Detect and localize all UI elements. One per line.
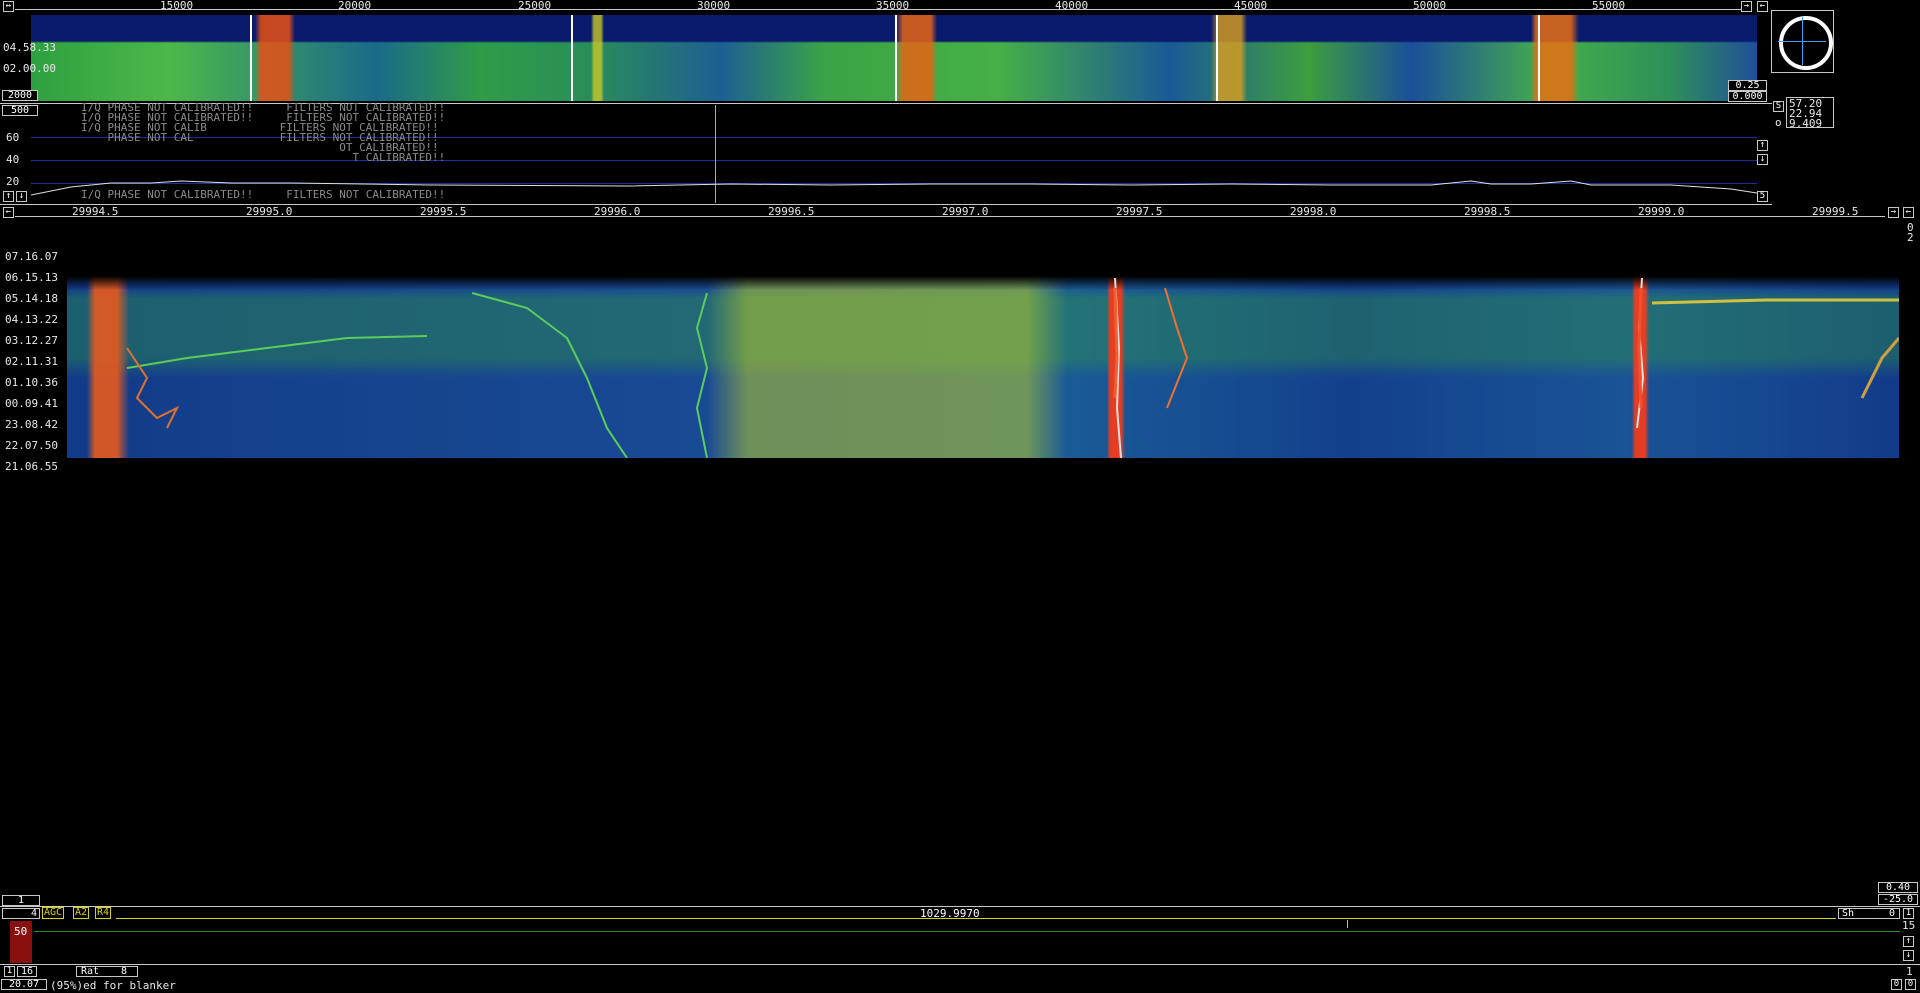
- agc-button[interactable]: AGC: [42, 907, 65, 919]
- top-axis-label: 25000: [518, 0, 552, 12]
- main-axis-label: 29994.5: [72, 205, 119, 218]
- waterfall-time: 01.10.36: [5, 376, 58, 389]
- bottom-right-number[interactable]: 1: [1903, 908, 1914, 919]
- spectrum-y-label: 40: [6, 153, 20, 166]
- bottom-right-value: 15: [1902, 919, 1916, 932]
- a2-button[interactable]: A2: [73, 907, 90, 919]
- phase-scope: [1771, 10, 1834, 73]
- main-axis-label: 29997.5: [1116, 205, 1163, 218]
- status-message: (95%)ed for blanker: [50, 979, 176, 992]
- waterfall-traces: [126, 277, 1899, 458]
- top-waterfall-time: 02.00.00: [3, 62, 56, 75]
- top-marker-line: [250, 15, 252, 101]
- top-axis-label: 50000: [1413, 0, 1447, 12]
- main-waterfall-left-value[interactable]: 1: [2, 895, 40, 906]
- spectrum-y-label: 20: [6, 175, 20, 188]
- main-waterfall[interactable]: [67, 228, 1899, 458]
- main-axis-label: 29998.5: [1464, 205, 1511, 218]
- waterfall-time: 07.16.07: [5, 250, 58, 263]
- sh-value: 0: [1888, 908, 1895, 919]
- status-top-border: [0, 964, 1920, 965]
- spectrum-scale-down-button[interactable]: ↓: [1757, 154, 1768, 165]
- main-waterfall-gain[interactable]: 0.40: [1878, 882, 1918, 893]
- main-axis-label: 29996.0: [594, 205, 641, 218]
- status-button-1[interactable]: 1: [4, 966, 15, 977]
- waterfall-time: 06.15.13: [5, 271, 58, 284]
- level-marker: [1347, 920, 1348, 928]
- waterfall-time: 05.14.18: [5, 292, 58, 305]
- spectrum-plot[interactable]: I/Q PHASE NOT CALIBRATED!! FILTERS NOT C…: [31, 102, 1757, 203]
- sh-box[interactable]: Sh 0: [1838, 908, 1900, 919]
- sh-label: Sh: [1842, 908, 1855, 919]
- calibration-warning: T CALIBRATED!!: [81, 151, 446, 164]
- status-right-button-1[interactable]: 0: [1891, 979, 1902, 990]
- top-marker-line: [571, 15, 573, 101]
- bottom-down-button[interactable]: ↓: [1903, 950, 1914, 961]
- r4-button[interactable]: R4: [95, 907, 112, 919]
- level-value: 50: [14, 925, 28, 938]
- top-waterfall-offset[interactable]: 0.000: [1728, 91, 1767, 102]
- main-waterfall-offset[interactable]: -25.0: [1878, 894, 1918, 905]
- spectrum-y-label: 60: [6, 131, 20, 144]
- main-axis-label: 29995.0: [246, 205, 293, 218]
- frequency-display: 1029.9970: [920, 907, 980, 920]
- top-left-arrow-button[interactable]: ↔: [3, 1, 14, 12]
- waterfall-time: 21.06.55: [5, 460, 58, 473]
- top-waterfall-gain[interactable]: 0.25: [1728, 80, 1767, 91]
- main-axis-label: 29996.5: [768, 205, 815, 218]
- rat-label: Rat: [81, 966, 100, 977]
- waterfall-time: 03.12.27: [5, 334, 58, 347]
- spectrum-down-button[interactable]: ↓: [16, 191, 27, 202]
- rat-value: 8: [121, 966, 128, 977]
- top-axis-label: 20000: [338, 0, 372, 12]
- bottom-up-button[interactable]: ↑: [1903, 936, 1914, 947]
- rat-box[interactable]: Rat 8: [76, 966, 138, 977]
- top-right-back-button[interactable]: ←: [1757, 1, 1768, 12]
- main-axis-right-digit: 2: [1907, 231, 1914, 244]
- top-waterfall-time: 04.58.33: [3, 41, 56, 54]
- bottom-left-number[interactable]: 4: [2, 908, 40, 919]
- waterfall-time: 00.09.41: [5, 397, 58, 410]
- top-marker-line: [895, 15, 897, 101]
- main-axis-label: 29999.5: [1812, 205, 1859, 218]
- top-waterfall[interactable]: [31, 15, 1757, 101]
- side-s-button[interactable]: S: [1773, 101, 1784, 112]
- top-marker-line: [1538, 15, 1540, 101]
- status-right-digit: 1: [1906, 965, 1913, 978]
- main-left-arrow-button[interactable]: ←: [3, 207, 14, 218]
- top-marker-line: [1216, 15, 1218, 101]
- spectrum-scale-up-button[interactable]: ↑: [1757, 140, 1768, 151]
- main-axis-label: 29999.0: [1638, 205, 1685, 218]
- main-axis-label: 29998.0: [1290, 205, 1337, 218]
- phase-crosshair-h: [1778, 41, 1826, 42]
- top-axis-label: 30000: [697, 0, 731, 12]
- level-line: [34, 931, 1900, 932]
- main-right-arrow-button[interactable]: →: [1888, 207, 1899, 218]
- side-prefix: o: [1775, 116, 1782, 129]
- top-axis-label: 15000: [160, 0, 194, 12]
- status-right-button-2[interactable]: 0: [1905, 979, 1916, 990]
- top-right-arrow-button[interactable]: →: [1741, 1, 1752, 12]
- top-axis-label: 40000: [1055, 0, 1089, 12]
- top-waterfall-left-value[interactable]: 2000: [2, 90, 38, 101]
- top-axis-label: 45000: [1234, 0, 1268, 12]
- side-values-box: 57.20 22.94 9.409: [1786, 97, 1834, 130]
- waterfall-time: 22.07.50: [5, 439, 58, 452]
- side-value: 9.409: [1789, 117, 1823, 130]
- top-axis-label: 35000: [876, 0, 910, 12]
- waterfall-time: 04.13.22: [5, 313, 58, 326]
- spectrum-up-button[interactable]: ↑: [3, 191, 14, 202]
- main-right-back-button[interactable]: ←: [1903, 207, 1914, 218]
- main-axis-label: 29995.5: [420, 205, 467, 218]
- status-left-value[interactable]: 20.07: [1, 979, 47, 990]
- calibration-warning: I/Q PHASE NOT CALIBRATED!! FILTERS NOT C…: [81, 188, 446, 201]
- main-axis-label: 29997.0: [942, 205, 989, 218]
- waterfall-time: 23.08.42: [5, 418, 58, 431]
- spectrum-five-button[interactable]: 5: [1757, 191, 1768, 202]
- top-axis-label: 55000: [1592, 0, 1626, 12]
- status-button-16[interactable]: 16: [17, 966, 37, 977]
- phase-circle-icon: [1779, 16, 1833, 70]
- waterfall-time: 02.11.31: [5, 355, 58, 368]
